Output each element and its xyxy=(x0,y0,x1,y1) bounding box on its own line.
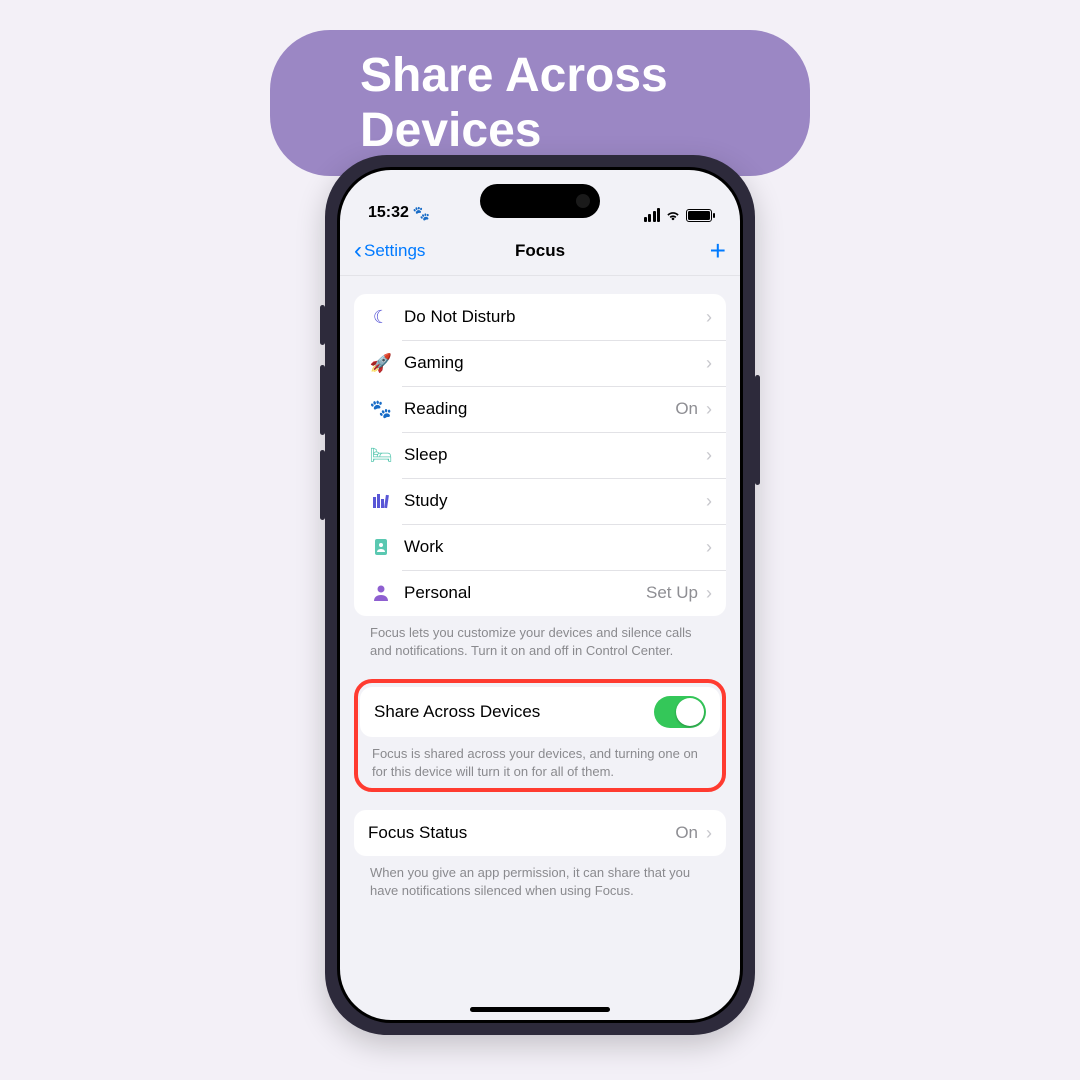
chevron-right-icon: › xyxy=(706,445,712,466)
list-item[interactable]: Personal Set Up › xyxy=(354,570,726,616)
row-value: Set Up xyxy=(646,583,698,603)
row-label: Do Not Disturb xyxy=(404,307,515,327)
highlight-annotation: Share Across Devices Focus is shared acr… xyxy=(354,679,726,792)
back-button[interactable]: ‹ Settings xyxy=(354,239,425,263)
chevron-right-icon: › xyxy=(706,583,712,604)
phone-side-button xyxy=(320,305,325,345)
phone-frame: 15:32 🐾 ‹ Settings Focus + xyxy=(325,155,755,1035)
row-label: Reading xyxy=(404,399,467,419)
wifi-icon xyxy=(665,209,681,221)
focus-list-footer: Focus lets you customize your devices an… xyxy=(354,616,726,659)
list-item[interactable]: Work › xyxy=(354,524,726,570)
chevron-right-icon: › xyxy=(706,307,712,328)
phone-side-button xyxy=(320,365,325,435)
phone-screen: 15:32 🐾 ‹ Settings Focus + xyxy=(340,170,740,1020)
row-label: Work xyxy=(404,537,443,557)
chevron-right-icon: › xyxy=(706,491,712,512)
chevron-right-icon: › xyxy=(706,537,712,558)
chevron-right-icon: › xyxy=(706,399,712,420)
bed-icon: 🛏 xyxy=(368,445,394,466)
share-footer: Focus is shared across your devices, and… xyxy=(360,737,720,780)
paw-icon: 🐾 xyxy=(413,205,430,222)
nav-header: ‹ Settings Focus + xyxy=(340,226,740,276)
row-label: Sleep xyxy=(404,445,447,465)
focus-list: ☾ Do Not Disturb › 🚀 Gaming › 🐾 Reading xyxy=(354,294,726,616)
chevron-left-icon: ‹ xyxy=(354,239,362,263)
study-icon xyxy=(368,492,394,510)
list-item[interactable]: 🛏 Sleep › xyxy=(354,432,726,478)
dynamic-island xyxy=(480,184,600,218)
focus-status-footer: When you give an app permission, it can … xyxy=(354,856,726,899)
status-time: 15:32 xyxy=(368,204,409,222)
battery-icon xyxy=(686,209,712,222)
focus-status-row[interactable]: Focus Status On › xyxy=(354,810,726,856)
add-button[interactable]: + xyxy=(710,237,726,265)
badge-icon xyxy=(368,538,394,556)
row-value: On xyxy=(675,399,698,419)
share-toggle[interactable] xyxy=(654,696,706,728)
phone-side-button xyxy=(320,450,325,520)
row-label: Study xyxy=(404,491,447,511)
share-across-devices-row: Share Across Devices xyxy=(360,687,720,737)
list-item[interactable]: 🐾 Reading On › xyxy=(354,386,726,432)
paw-icon: 🐾 xyxy=(368,399,394,420)
list-item[interactable]: 🚀 Gaming › xyxy=(354,340,726,386)
focus-status-label: Focus Status xyxy=(368,823,467,843)
row-label: Personal xyxy=(404,583,471,603)
focus-status-value: On xyxy=(675,823,698,843)
chevron-right-icon: › xyxy=(706,823,712,844)
person-icon xyxy=(368,584,394,602)
back-label: Settings xyxy=(364,241,425,261)
cellular-icon xyxy=(644,208,661,222)
share-label: Share Across Devices xyxy=(374,702,540,722)
chevron-right-icon: › xyxy=(706,353,712,374)
home-indicator[interactable] xyxy=(470,1007,610,1012)
list-item[interactable]: Study › xyxy=(354,478,726,524)
phone-side-button xyxy=(755,375,760,485)
list-item[interactable]: ☾ Do Not Disturb › xyxy=(354,294,726,340)
nav-title: Focus xyxy=(515,241,565,261)
row-label: Gaming xyxy=(404,353,464,373)
moon-icon: ☾ xyxy=(368,307,394,328)
rocket-icon: 🚀 xyxy=(368,353,394,374)
